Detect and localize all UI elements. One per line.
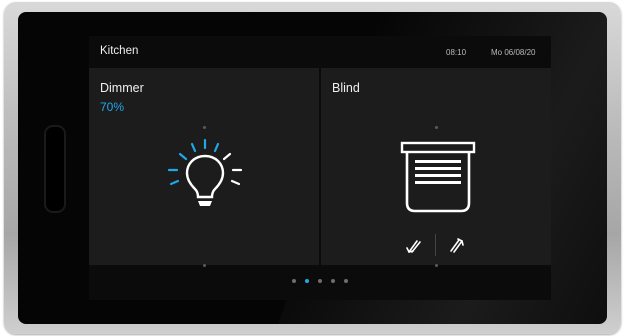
screen: Kitchen 08:10 Mo 06/08/20 Dimmer 70% Bli… bbox=[89, 36, 551, 300]
top-bar: Kitchen 08:10 Mo 06/08/20 bbox=[89, 36, 551, 66]
page-dot[interactable] bbox=[305, 279, 309, 283]
blind-label: Blind bbox=[332, 81, 360, 95]
tile-indicator-dot bbox=[203, 126, 206, 129]
page-dot[interactable] bbox=[292, 279, 296, 283]
blind-icon bbox=[400, 141, 476, 213]
blind-down-icon[interactable] bbox=[406, 238, 422, 254]
side-slot bbox=[44, 125, 66, 213]
room-title: Kitchen bbox=[100, 45, 139, 57]
clock-time: 08:10 bbox=[446, 48, 467, 57]
tile-indicator-dot bbox=[435, 126, 438, 129]
page-dot[interactable] bbox=[344, 279, 348, 283]
blind-up-icon[interactable] bbox=[449, 238, 465, 254]
dimmer-tile[interactable]: Dimmer 70% bbox=[89, 68, 319, 267]
blind-tile[interactable]: Blind bbox=[321, 68, 551, 267]
controls-divider bbox=[435, 234, 436, 256]
tile-indicator-dot bbox=[203, 264, 206, 267]
dimmer-label: Dimmer bbox=[100, 81, 144, 95]
clock-date: Mo 06/08/20 bbox=[491, 48, 536, 57]
page-dot[interactable] bbox=[318, 279, 322, 283]
dimmer-value: 70% bbox=[100, 100, 125, 114]
tile-indicator-dot bbox=[435, 264, 438, 267]
page-indicator[interactable] bbox=[89, 275, 551, 287]
lightbulb-icon bbox=[167, 138, 243, 206]
page-dot[interactable] bbox=[331, 279, 335, 283]
